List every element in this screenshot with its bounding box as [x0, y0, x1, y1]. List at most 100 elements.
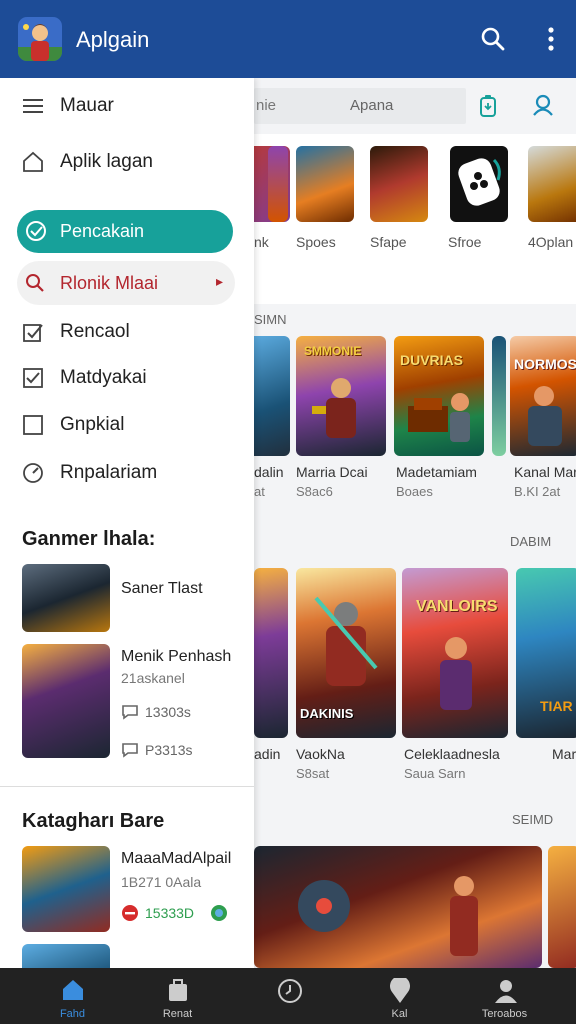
app-logo — [18, 17, 62, 61]
card-logo-text: DAKINIS — [300, 706, 354, 721]
more-vert-icon[interactable] — [546, 26, 556, 57]
section-tag: SEIMD — [512, 812, 554, 827]
drawer-item-label: Rencaol — [60, 321, 130, 342]
drawer-item-label: Rnpalariam — [60, 462, 158, 483]
game-card[interactable]: VANLOIRS — [402, 568, 508, 738]
pin-icon — [388, 976, 412, 1009]
card-logo-text: TIAR — [540, 698, 573, 714]
tile-label: Spoes — [296, 234, 336, 250]
nav-label: Kal — [391, 1008, 408, 1020]
check-circle-icon — [25, 220, 47, 247]
game-card[interactable]: TIAR — [516, 568, 576, 738]
drawer-item-label: Aplik lagan — [60, 151, 153, 172]
card-title: dalin — [254, 464, 284, 480]
bottom-nav: Fahd Renat Kal Teroabos — [0, 968, 576, 1024]
comment-icon — [122, 705, 138, 720]
section-title: Ganmer lhala: — [22, 528, 156, 550]
drawer-item-home[interactable]: Aplik lagan — [0, 140, 254, 184]
tile-label: nk — [254, 234, 269, 250]
tile-label: 4Oplan — [528, 234, 574, 250]
card-sub: S8sat — [296, 766, 330, 781]
tile-label: Sfape — [370, 234, 407, 250]
drawer-item[interactable]: Gnpkial — [0, 403, 254, 447]
card-title: Madetamiam — [396, 464, 477, 480]
drawer-item[interactable]: Matdyakai — [0, 356, 254, 400]
card-sub: Saua Sarn — [404, 766, 466, 781]
person-icon — [493, 978, 519, 1009]
main-content: nie Apana nk Spoes Sfape Sfroe 4Oplan SI… — [254, 78, 576, 968]
drawer-item[interactable]: Rnpalariam — [0, 451, 254, 495]
game-tile[interactable] — [268, 146, 288, 222]
game-card[interactable]: DUVRIAS — [394, 336, 484, 456]
tile-label: Sfroe — [448, 234, 482, 250]
game-subtitle: 21askanel — [121, 670, 185, 686]
game-tile[interactable] — [296, 146, 354, 222]
search-icon — [25, 273, 45, 298]
section-tag: DABIM — [510, 534, 552, 549]
search-bar[interactable]: nie Apana — [254, 88, 466, 124]
drawer-item-label: Pencakain — [60, 221, 145, 241]
card-title: Mar — [552, 746, 576, 762]
minus-circle-icon — [122, 905, 138, 921]
nav-label: Teroabos — [481, 1008, 528, 1020]
badge-icon[interactable] — [478, 94, 498, 123]
game-subtitle: 1B271 0Aala — [121, 874, 202, 890]
game-banner[interactable] — [254, 846, 542, 968]
globe-icon — [211, 905, 228, 921]
drawer-item-label: Matdyakai — [60, 367, 147, 388]
game-stat: P3313s — [121, 742, 192, 758]
game-card[interactable]: DAKINIS — [296, 568, 396, 738]
search-text-right: Apana — [350, 97, 394, 114]
checkbox-empty-icon — [22, 414, 44, 436]
nav-label: Renat — [162, 1008, 193, 1020]
nav-label: Fahd — [59, 1008, 86, 1020]
game-banner[interactable] — [548, 846, 576, 968]
game-tile[interactable] — [528, 146, 576, 222]
game-card[interactable] — [492, 336, 506, 456]
card-sub: at — [254, 484, 265, 499]
checkbox-checked-icon — [22, 367, 44, 389]
divider — [0, 786, 254, 787]
app-title: Aplgain — [76, 27, 150, 52]
card-sub: S8ac6 — [296, 484, 333, 499]
nav-item-bag[interactable]: Renat — [120, 968, 235, 1024]
search-icon[interactable] — [480, 26, 506, 57]
comment-icon — [122, 743, 138, 758]
game-card[interactable] — [254, 336, 290, 456]
game-title: MaaaMadAlpail — [121, 850, 232, 867]
game-title: Saner Tlast — [121, 580, 203, 597]
nav-item-clock[interactable] — [231, 968, 346, 1024]
game-tile[interactable] — [450, 146, 508, 222]
home-icon — [22, 151, 44, 173]
drawer-item-menu[interactable]: Mauar — [0, 84, 254, 128]
card-title: adin — [254, 746, 281, 762]
game-stat: 15333D — [121, 904, 228, 922]
card-title: Kanal Mar — [514, 464, 576, 480]
card-title: Marria Dcai — [296, 464, 368, 480]
card-sub: B.KI 2at — [514, 484, 561, 499]
clock-icon — [277, 978, 303, 1009]
game-thumbnail — [22, 564, 110, 632]
nav-item-profile[interactable]: Teroabos — [447, 968, 562, 1024]
game-tile[interactable] — [370, 146, 428, 222]
featured-row: nk Spoes Sfape Sfroe 4Oplan — [254, 134, 576, 304]
game-thumbnail — [22, 846, 110, 932]
drawer-item-label: Rlonik Mlaai — [60, 273, 159, 293]
nav-item-home[interactable]: Fahd — [15, 968, 130, 1024]
drawer-item[interactable]: Rencaol — [0, 310, 254, 354]
drawer-item-active[interactable]: Pencakain — [17, 210, 233, 253]
game-card[interactable]: ЅMMONIE — [296, 336, 386, 456]
nav-drawer: Mauar Aplik lagan Pencakain Rlonik Mlaai… — [0, 78, 254, 968]
gauge-icon — [22, 462, 44, 484]
drawer-item-label: Mauar — [60, 95, 114, 116]
search-text-left: nie — [256, 97, 277, 114]
nav-item-pin[interactable]: Kal — [342, 968, 457, 1024]
drawer-item-label: Gnpkial — [60, 414, 125, 435]
drawer-item-selected[interactable]: Rlonik Mlaai ▸ — [17, 261, 235, 305]
home-icon — [61, 978, 85, 1007]
game-card[interactable]: NORMOS — [510, 336, 576, 456]
game-card[interactable] — [254, 568, 288, 738]
card-title: VaokNa — [296, 746, 345, 762]
user-icon[interactable] — [532, 94, 554, 121]
card-title: Celeklaadnesla — [404, 746, 500, 762]
